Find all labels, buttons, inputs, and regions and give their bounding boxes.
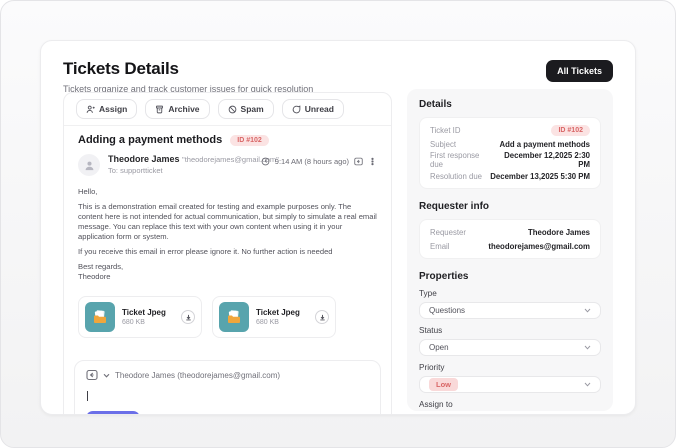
ticket-subject: Adding a payment methods: [78, 134, 222, 146]
detail-row: Requester Theodore James: [430, 225, 590, 239]
page-title: Tickets Details: [63, 59, 613, 79]
chevron-down-icon: [584, 345, 591, 350]
attachment-file-icon: [85, 302, 115, 332]
reply-icon[interactable]: [354, 157, 363, 166]
detail-label: Email: [430, 242, 450, 251]
unread-label: Unread: [305, 104, 334, 114]
attachment-file-icon: [219, 302, 249, 332]
sender-to: To: supportticket: [108, 166, 261, 175]
email-thread-card: Assign Archive Spam Unread Adding a paym…: [63, 92, 392, 415]
detail-label: Subject: [430, 140, 456, 149]
composer-toolbar: Send: [75, 407, 380, 415]
details-card: Ticket ID ID #102 Subject Add a payment …: [419, 117, 601, 189]
composer-textarea[interactable]: [75, 385, 380, 407]
spam-button[interactable]: Spam: [218, 99, 274, 119]
composer-header: Theodore James (theodorejames@gmail.com): [75, 361, 380, 385]
assign-to-label: Assign to: [419, 400, 601, 409]
download-icon: [319, 314, 326, 321]
unread-button[interactable]: Unread: [282, 99, 344, 119]
thread-body: Adding a payment methods ID #102 Theodor…: [64, 126, 391, 338]
archive-icon: [155, 105, 164, 114]
priority-select[interactable]: Low: [419, 376, 601, 393]
attachment-name: Ticket Jpeg: [256, 308, 308, 317]
email-body: Hello, This is a demonstration email cre…: [78, 187, 378, 282]
person-icon: [84, 160, 95, 171]
send-button[interactable]: Send: [86, 411, 140, 415]
reply-all-icon[interactable]: [86, 369, 98, 381]
detail-value: theodorejames@gmail.com: [488, 242, 590, 251]
archive-button[interactable]: Archive: [145, 99, 209, 119]
archive-label: Archive: [168, 104, 199, 114]
reply-composer: Theodore James (theodorejames@gmail.com)…: [74, 360, 381, 415]
message-timestamp: 9:14 AM (8 hours ago): [275, 157, 349, 166]
detail-label: Ticket ID: [430, 126, 460, 135]
properties-header: Properties: [419, 271, 601, 282]
download-button[interactable]: [315, 310, 329, 324]
subject-row: Adding a payment methods ID #102: [78, 134, 377, 146]
priority-label: Priority: [419, 363, 601, 372]
priority-value-badge: Low: [429, 378, 458, 391]
sender-info: Theodore James "theodorejames@gmail.com"…: [108, 154, 261, 175]
thread-toolbar: Assign Archive Spam Unread: [64, 93, 391, 126]
tickets-details-card: Tickets Details Tickets organize and tra…: [40, 40, 636, 415]
message-meta: 9:14 AM (8 hours ago): [261, 154, 377, 166]
type-select[interactable]: Questions: [419, 302, 601, 319]
ticket-id-value-badge: ID #102: [551, 125, 590, 136]
attachment-card[interactable]: Ticket Jpeg 680 KB: [78, 296, 202, 338]
unread-icon: [292, 105, 301, 114]
download-icon: [185, 314, 192, 321]
download-button[interactable]: [181, 310, 195, 324]
sender-row: Theodore James "theodorejames@gmail.com"…: [78, 154, 377, 178]
detail-label: First response due: [430, 151, 493, 169]
status-label: Status: [419, 326, 601, 335]
requester-info-header: Requester info: [419, 201, 601, 212]
attachment-card[interactable]: Ticket Jpeg 680 KB: [212, 296, 336, 338]
detail-value: December 13,2025 5:30 PM: [490, 172, 590, 181]
attachment-name: Ticket Jpeg: [122, 308, 174, 317]
assign-person-icon: [86, 105, 95, 114]
detail-row: Subject Add a payment methods: [430, 137, 590, 151]
assign-label: Assign: [99, 104, 127, 114]
detail-row: Resolution due December 13,2025 5:30 PM: [430, 169, 590, 183]
email-signoff: Best regards,: [78, 262, 378, 272]
email-paragraph: This is a demonstration email created fo…: [78, 202, 378, 242]
spam-icon: [228, 105, 237, 114]
detail-row: Email theodorejames@gmail.com: [430, 239, 590, 253]
email-greeting: Hello,: [78, 187, 378, 197]
composer-from: Theodore James (theodorejames@gmail.com): [115, 371, 280, 380]
status-value: Open: [429, 343, 584, 352]
detail-label: Resolution due: [430, 172, 482, 181]
detail-row: First response due December 12,2025 2:30…: [430, 151, 590, 169]
attachment-size: 680 KB: [122, 319, 174, 326]
spam-label: Spam: [241, 104, 264, 114]
detail-value: Theodore James: [528, 228, 590, 237]
detail-label: Requester: [430, 228, 466, 237]
detail-row: Ticket ID ID #102: [430, 123, 590, 137]
clock-icon: [261, 157, 270, 166]
assign-button[interactable]: Assign: [76, 99, 137, 119]
chevron-down-icon[interactable]: [103, 373, 110, 378]
details-panel: Details Ticket ID ID #102 Subject Add a …: [407, 89, 613, 411]
text-cursor: [87, 391, 88, 401]
avatar: [78, 154, 100, 176]
chevron-down-icon: [584, 308, 591, 313]
ticket-id-badge: ID #102: [230, 135, 269, 146]
attachment-size: 680 KB: [256, 319, 308, 326]
status-select[interactable]: Open: [419, 339, 601, 356]
detail-value: December 12,2025 2:30 PM: [493, 151, 590, 169]
email-paragraph: If you receive this email in error pleas…: [78, 247, 378, 257]
sender-name: Theodore James: [108, 154, 180, 164]
requester-card: Requester Theodore James Email theodorej…: [419, 219, 601, 259]
detail-value: Add a payment methods: [499, 140, 590, 149]
chevron-down-icon: [584, 382, 591, 387]
details-header: Details: [419, 99, 601, 110]
email-signature: Theodore: [78, 272, 378, 282]
attachments-row: Ticket Jpeg 680 KB Ticket Jpeg 680 KB: [78, 296, 377, 338]
type-value: Questions: [429, 306, 584, 315]
type-label: Type: [419, 289, 601, 298]
more-options-icon[interactable]: [368, 157, 377, 166]
all-tickets-button[interactable]: All Tickets: [546, 60, 613, 82]
